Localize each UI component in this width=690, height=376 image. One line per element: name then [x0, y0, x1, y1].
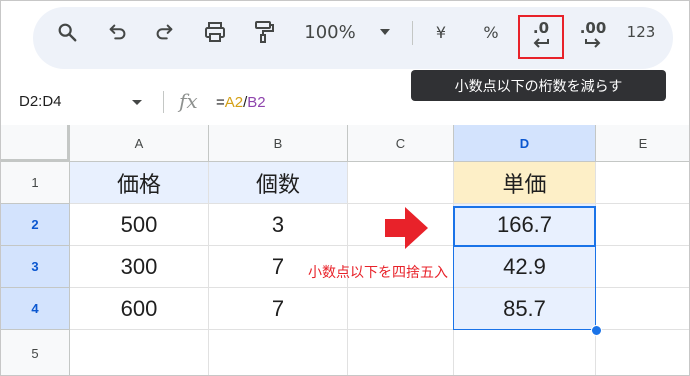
- cell-e5[interactable]: [596, 330, 689, 375]
- spreadsheet-window: 100% ¥ % .0 .00 123 小数点以下の桁数を減らす D2:D4 f…: [0, 0, 690, 376]
- cell-b5[interactable]: [209, 330, 348, 375]
- formula-eq: =: [216, 94, 225, 111]
- cell-c1[interactable]: [348, 162, 454, 204]
- select-all-corner[interactable]: [1, 125, 70, 162]
- rounding-annotation: 小数点以下を四捨五入: [308, 265, 448, 281]
- print-icon[interactable]: [199, 1, 231, 63]
- arrow-right-icon: [585, 37, 601, 48]
- cell-a1[interactable]: 価格: [70, 162, 209, 204]
- percent-format-button[interactable]: %: [479, 1, 503, 63]
- cell-c5[interactable]: [348, 330, 454, 375]
- cell-e2[interactable]: [596, 204, 689, 246]
- cell-a3[interactable]: 300: [70, 246, 209, 288]
- cell-d4[interactable]: 85.7: [454, 288, 596, 330]
- search-icon[interactable]: [51, 1, 83, 63]
- decrease-decimal-highlight: [518, 15, 564, 59]
- cell-d1[interactable]: 単価: [454, 162, 596, 204]
- cell-b4[interactable]: 7: [209, 288, 348, 330]
- column-header-e[interactable]: E: [596, 125, 689, 162]
- cell-a2[interactable]: 500: [70, 204, 209, 246]
- redo-icon[interactable]: [148, 1, 180, 63]
- name-box[interactable]: D2:D4: [19, 93, 62, 110]
- chevron-down-icon[interactable]: [375, 1, 395, 63]
- cell-b2[interactable]: 3: [209, 204, 348, 246]
- cell-a4[interactable]: 600: [70, 288, 209, 330]
- column-header-c[interactable]: C: [348, 125, 454, 162]
- arrow-right-icon: [385, 207, 428, 249]
- chevron-down-icon[interactable]: [132, 100, 142, 105]
- fill-handle[interactable]: [591, 325, 602, 336]
- row-header-1[interactable]: 1: [1, 162, 70, 204]
- formula-divider: [163, 91, 164, 113]
- row-header-4[interactable]: 4: [1, 288, 70, 330]
- fx-icon: fx: [179, 89, 198, 113]
- cell-b1[interactable]: 個数: [209, 162, 348, 204]
- row-header-5[interactable]: 5: [1, 330, 70, 375]
- cell-d5[interactable]: [454, 330, 596, 375]
- paint-format-icon[interactable]: [248, 1, 280, 63]
- toolbar-divider: [412, 21, 413, 45]
- column-header-d[interactable]: D: [454, 125, 596, 162]
- formula-ref-a2: A2: [224, 94, 244, 111]
- formula-input[interactable]: =A2/B2: [216, 94, 266, 111]
- cell-a5[interactable]: [70, 330, 209, 375]
- column-header-b[interactable]: B: [209, 125, 348, 162]
- increase-decimal-label: .00: [579, 18, 607, 37]
- row-header-3[interactable]: 3: [1, 246, 70, 288]
- cell-d3[interactable]: 42.9: [454, 246, 596, 288]
- formula-ref-b2: B2: [247, 94, 266, 111]
- increase-decimal-button[interactable]: .00: [572, 1, 614, 63]
- currency-format-button[interactable]: ¥: [429, 1, 453, 63]
- cell-c4[interactable]: [348, 288, 454, 330]
- column-header-a[interactable]: A: [70, 125, 209, 162]
- row-header-2[interactable]: 2: [1, 204, 70, 246]
- cell-e1[interactable]: [596, 162, 689, 204]
- cell-d2[interactable]: 166.7: [454, 204, 596, 246]
- undo-icon[interactable]: [102, 1, 134, 63]
- cell-e4[interactable]: [596, 288, 689, 330]
- zoom-select[interactable]: 100%: [297, 1, 363, 63]
- formula-bar: D2:D4 fx =A2/B2: [1, 83, 689, 123]
- cell-e3[interactable]: [596, 246, 689, 288]
- more-formats-button[interactable]: 123: [621, 1, 661, 63]
